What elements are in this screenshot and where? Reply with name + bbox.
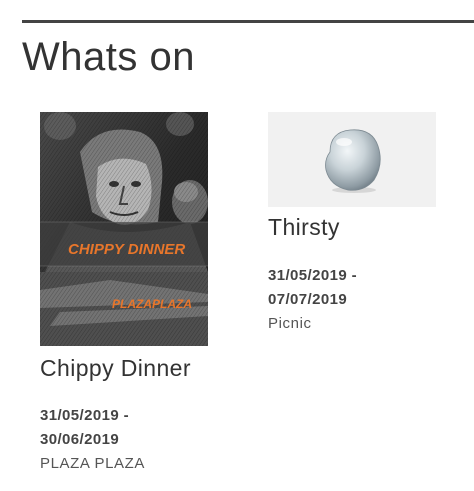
- event-venue: PLAZA PLAZA: [40, 455, 145, 472]
- section-title: Whats on: [22, 35, 195, 79]
- event-title[interactable]: Thirsty: [268, 213, 340, 241]
- event-date-start: 31/05/2019 -: [268, 267, 358, 284]
- water-drop-image: [268, 112, 436, 207]
- section-divider: [22, 20, 474, 23]
- poster-artwork: CHIPPY DINNER PLAZAPLAZA: [40, 112, 208, 346]
- event-date-end: 07/07/2019: [268, 291, 348, 308]
- event-card-thirsty[interactable]: Thirsty 31/05/2019 - 07/07/2019 Picnic: [268, 112, 468, 337]
- event-image-thirsty[interactable]: [268, 112, 436, 207]
- event-venue: Picnic: [268, 315, 312, 332]
- poster-text-venue: PLAZAPLAZA: [112, 297, 192, 311]
- event-date-end: 30/06/2019: [40, 431, 120, 448]
- event-title[interactable]: Chippy Dinner: [40, 354, 191, 382]
- event-image-chippy-dinner[interactable]: CHIPPY DINNER PLAZAPLAZA: [40, 112, 208, 346]
- poster-text-title: CHIPPY DINNER: [68, 241, 185, 258]
- event-date-start: 31/05/2019 -: [40, 407, 130, 424]
- event-card-chippy-dinner[interactable]: CHIPPY DINNER PLAZAPLAZA Chippy Dinner 3…: [40, 112, 240, 482]
